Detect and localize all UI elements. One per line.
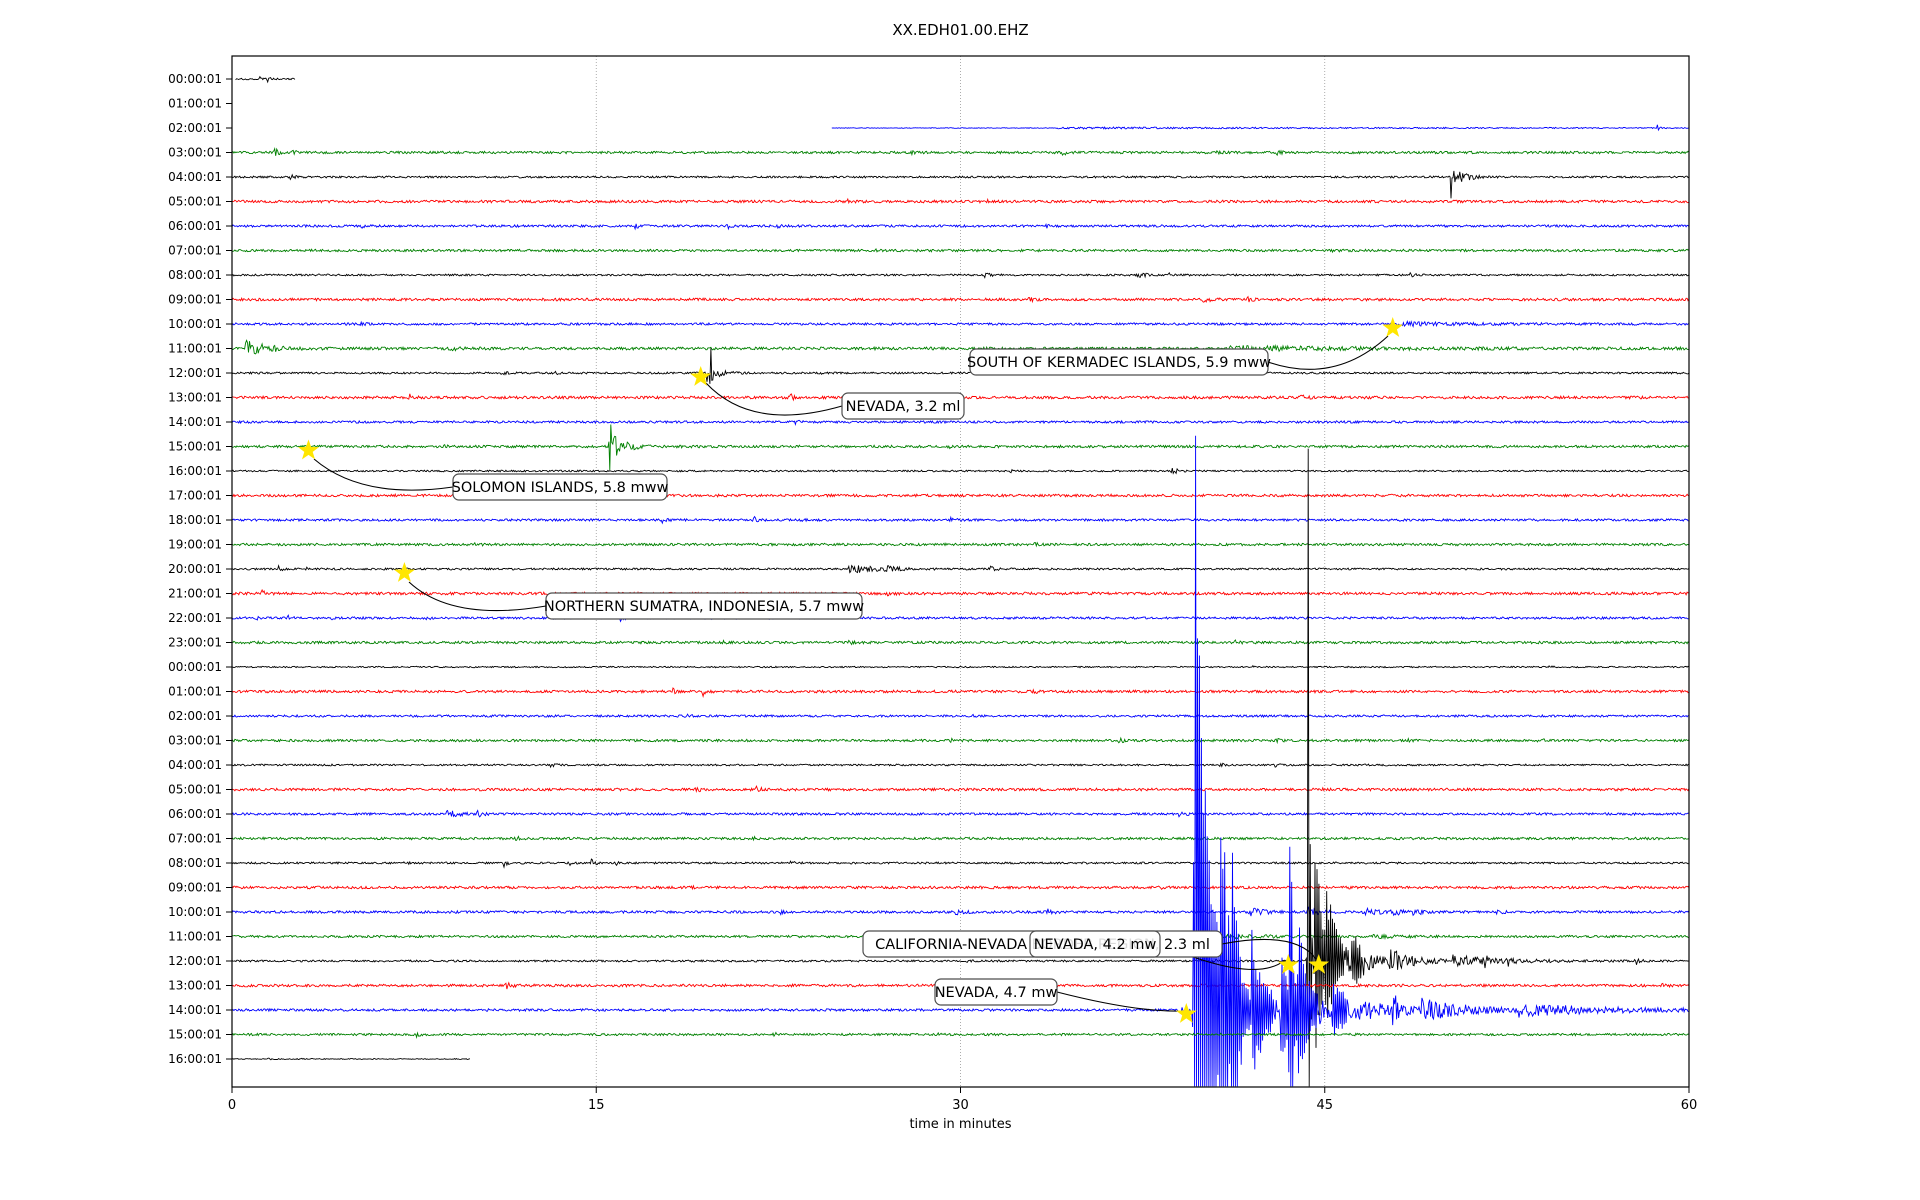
y-tick-label: 16:00:01 [168, 464, 222, 478]
y-tick-label: 00:00:01 [168, 660, 222, 674]
trace-row-28-04:00:01 [232, 762, 1690, 769]
y-tick-label: 11:00:01 [168, 930, 222, 944]
y-tick-label: 21:00:01 [168, 587, 222, 601]
x-tick-label: 60 [1681, 1098, 1698, 1113]
y-tick-label: 23:00:01 [168, 636, 222, 650]
trace-row-26-02:00:01 [232, 713, 1690, 719]
event-label: NEVADA, 4.2 mw [1034, 937, 1157, 953]
event-star [394, 562, 415, 582]
y-tick-label: 08:00:01 [168, 268, 222, 282]
x-axis-label: time in minutes [909, 1117, 1012, 1132]
trace-row-40-16:00:01 [231, 1057, 471, 1061]
event-label: NORTHERN SUMATRA, INDONESIA, 5.7 mww [544, 599, 864, 615]
event-connector [1056, 991, 1181, 1012]
y-tick-label: 03:00:01 [168, 146, 222, 160]
y-tick-label: 06:00:01 [168, 219, 222, 233]
event-connector [1267, 335, 1389, 370]
figure-title: XX.EDH01.00.EHZ [892, 21, 1029, 39]
y-tick-label: 01:00:01 [168, 97, 222, 111]
trace-row-29-05:00:01 [231, 785, 1690, 793]
event-star [690, 366, 712, 386]
y-tick-label: 05:00:01 [168, 195, 222, 209]
y-tick-label: 13:00:01 [168, 979, 222, 993]
x-tick-label: 30 [952, 1098, 969, 1113]
trace-row-39-15:00:01 [231, 1031, 1690, 1039]
y-tick-label: 03:00:01 [168, 734, 222, 748]
trace-row-33-09:00:01 [231, 884, 1690, 891]
trace-row-16-16:00:01 [231, 467, 1689, 475]
y-tick-label: 08:00:01 [168, 856, 222, 870]
y-tick-label: 10:00:01 [168, 905, 222, 919]
event-star [1382, 317, 1404, 337]
event-star [1277, 954, 1299, 974]
x-tick-label: 0 [228, 1098, 236, 1113]
y-tick-label: 05:00:01 [168, 783, 222, 797]
helicorder-plot: 00:00:01 01:00:01 02:00:01 03:00:01 04:00:01… [168, 55, 1698, 1113]
event-label: NEVADA, 3.2 ml [846, 399, 961, 415]
y-tick-label: 22:00:01 [168, 611, 222, 625]
y-tick-label: 18:00:01 [168, 513, 222, 527]
x-tick-label: 15 [588, 1098, 605, 1113]
y-tick-label: 16:00:01 [168, 1052, 222, 1066]
y-tick-label: 04:00:01 [168, 758, 222, 772]
event-connector [313, 458, 454, 491]
y-tick-label: 02:00:01 [168, 121, 222, 135]
y-tick-label: 10:00:01 [168, 317, 222, 331]
y-tick-label: 07:00:01 [168, 244, 222, 258]
trace-row-0-00:00:01 [235, 75, 296, 84]
y-tick-label: 00:00:01 [168, 72, 222, 86]
y-tick-label: 04:00:01 [168, 170, 222, 184]
y-tick-label: 15:00:01 [168, 1028, 222, 1042]
y-tick-label: 09:00:01 [168, 293, 222, 307]
y-tick-label: 14:00:01 [168, 415, 222, 429]
trace-row-14-14:00:01 [231, 419, 1690, 426]
event-connector [705, 382, 843, 416]
y-tick-label: 13:00:01 [168, 391, 222, 405]
y-tick-label: 06:00:01 [168, 807, 222, 821]
trace-row-23-23:00:01 [231, 639, 1690, 646]
trace-row-24-00:00:01 [231, 664, 1690, 669]
y-tick-label: 14:00:01 [168, 1003, 222, 1017]
y-tick-label: 12:00:01 [168, 954, 222, 968]
event-label: SOLOMON ISLANDS, 5.8 mww [452, 480, 669, 496]
y-tick-label: 09:00:01 [168, 881, 222, 895]
y-tick-label: 02:00:01 [168, 709, 222, 723]
event-connector [408, 581, 547, 612]
x-tick-label: 45 [1316, 1098, 1333, 1113]
y-tick-label: 19:00:01 [168, 538, 222, 552]
trace-row-17-17:00:01 [231, 493, 1690, 498]
y-tick-label: 17:00:01 [168, 489, 222, 503]
event-label: NEVADA, 4.7 mw [935, 985, 1058, 1001]
y-tick-label: 12:00:01 [168, 366, 222, 380]
y-tick-label: 15:00:01 [168, 440, 222, 454]
event-star [1175, 1003, 1197, 1023]
y-tick-label: 07:00:01 [168, 832, 222, 846]
trace-row-5-05:00:01 [231, 197, 1690, 205]
event-label: SOUTH OF KERMADEC ISLANDS, 5.9 mww [967, 355, 1271, 371]
y-tick-label: 11:00:01 [168, 342, 222, 356]
trace-row-18-18:00:01 [231, 515, 1690, 525]
event-star [298, 439, 319, 460]
y-tick-label: 01:00:01 [168, 685, 222, 699]
y-tick-label: 20:00:01 [168, 562, 222, 576]
